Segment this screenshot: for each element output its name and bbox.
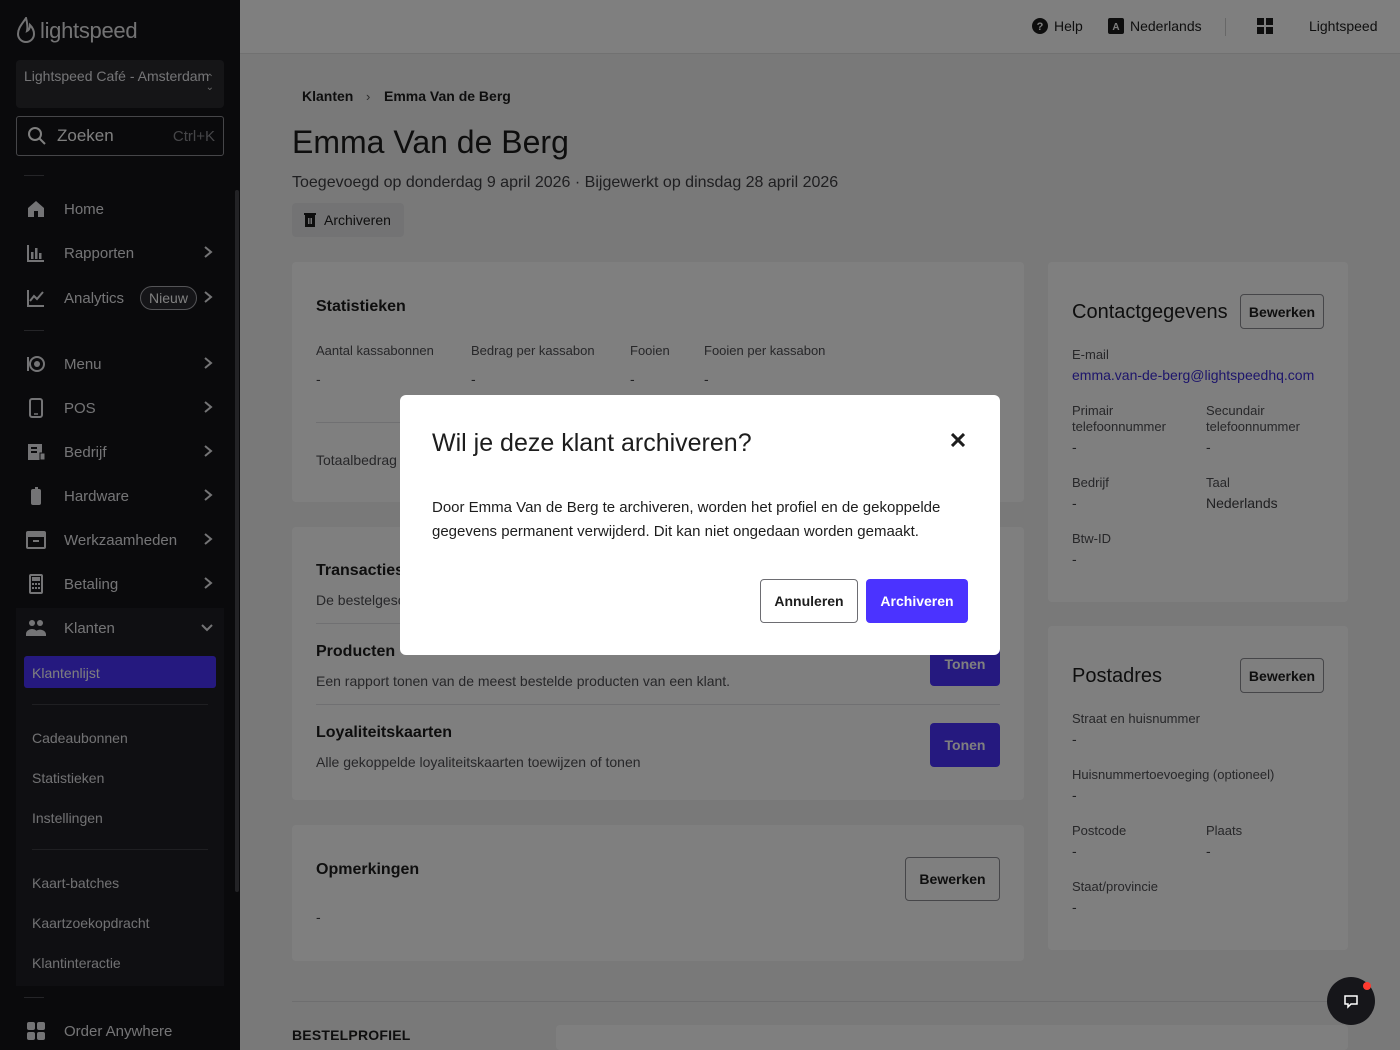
chat-button[interactable] xyxy=(1327,977,1375,1025)
notification-dot xyxy=(1363,982,1371,990)
dialog-title: Wil je deze klant archiveren? xyxy=(432,429,752,457)
chat-icon xyxy=(1344,995,1358,1009)
close-icon[interactable] xyxy=(948,430,968,450)
confirm-archive-button[interactable]: Archiveren xyxy=(866,579,968,623)
cancel-button[interactable]: Annuleren xyxy=(760,579,858,623)
archive-dialog: Wil je deze klant archiveren? Door Emma … xyxy=(400,395,1000,655)
dialog-body: Door Emma Van de Berg te archiveren, wor… xyxy=(432,499,941,540)
